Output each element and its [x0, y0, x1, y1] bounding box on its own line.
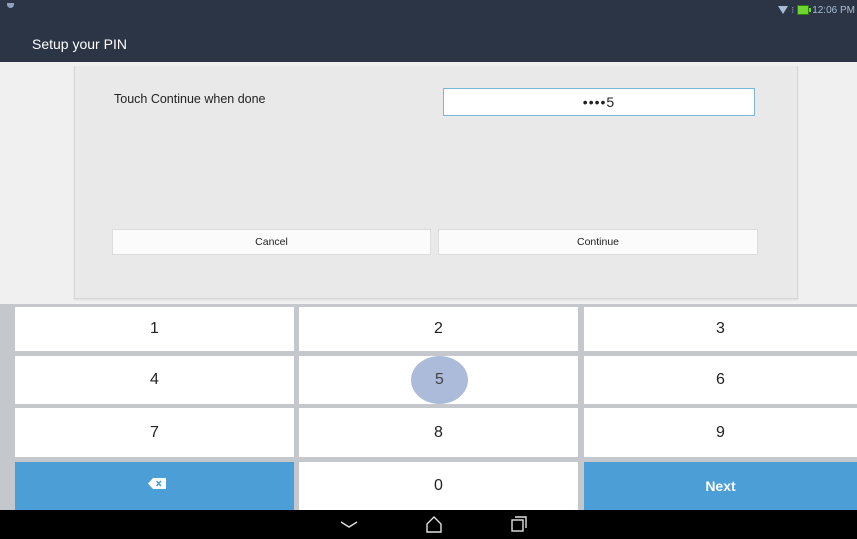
signal-icon: ⁝ — [791, 4, 795, 15]
key-1[interactable]: 1 — [15, 307, 294, 351]
touch-highlight: 5 — [411, 356, 468, 404]
home-icon[interactable] — [425, 516, 443, 533]
wifi-icon — [778, 6, 789, 14]
page-title: Setup your PIN — [32, 36, 127, 52]
notification-icon — [7, 3, 14, 8]
pressed-key-label: 5 — [435, 371, 444, 388]
key-2[interactable]: 2 — [299, 307, 578, 351]
key-6[interactable]: 6 — [584, 356, 857, 404]
next-button[interactable]: Next — [584, 462, 857, 510]
back-icon[interactable] — [340, 520, 358, 530]
status-bar: ⁝ 12:06 PM — [0, 0, 857, 22]
continue-button[interactable]: Continue — [438, 229, 758, 255]
pin-input[interactable]: ••••5 — [443, 88, 755, 116]
backspace-icon — [148, 478, 166, 489]
content-area: Touch Continue when done ••••5 Cancel Co… — [0, 62, 857, 304]
cancel-button[interactable]: Cancel — [112, 229, 431, 255]
pin-dialog: Touch Continue when done ••••5 Cancel Co… — [74, 66, 798, 299]
key-9[interactable]: 9 — [584, 408, 857, 457]
prompt-text: Touch Continue when done — [114, 92, 266, 106]
key-8[interactable]: 8 — [299, 408, 578, 457]
navigation-bar — [0, 510, 857, 539]
key-7[interactable]: 7 — [15, 408, 294, 457]
status-time: 12:06 PM — [812, 4, 855, 16]
battery-charging-icon — [797, 5, 812, 15]
status-icons: ⁝ 12:06 PM — [778, 2, 855, 18]
recent-apps-icon[interactable] — [511, 516, 527, 532]
key-0[interactable]: 0 — [299, 462, 578, 510]
key-4[interactable]: 4 — [15, 356, 294, 404]
title-bar: Setup your PIN — [0, 22, 857, 62]
key-3[interactable]: 3 — [584, 307, 857, 351]
